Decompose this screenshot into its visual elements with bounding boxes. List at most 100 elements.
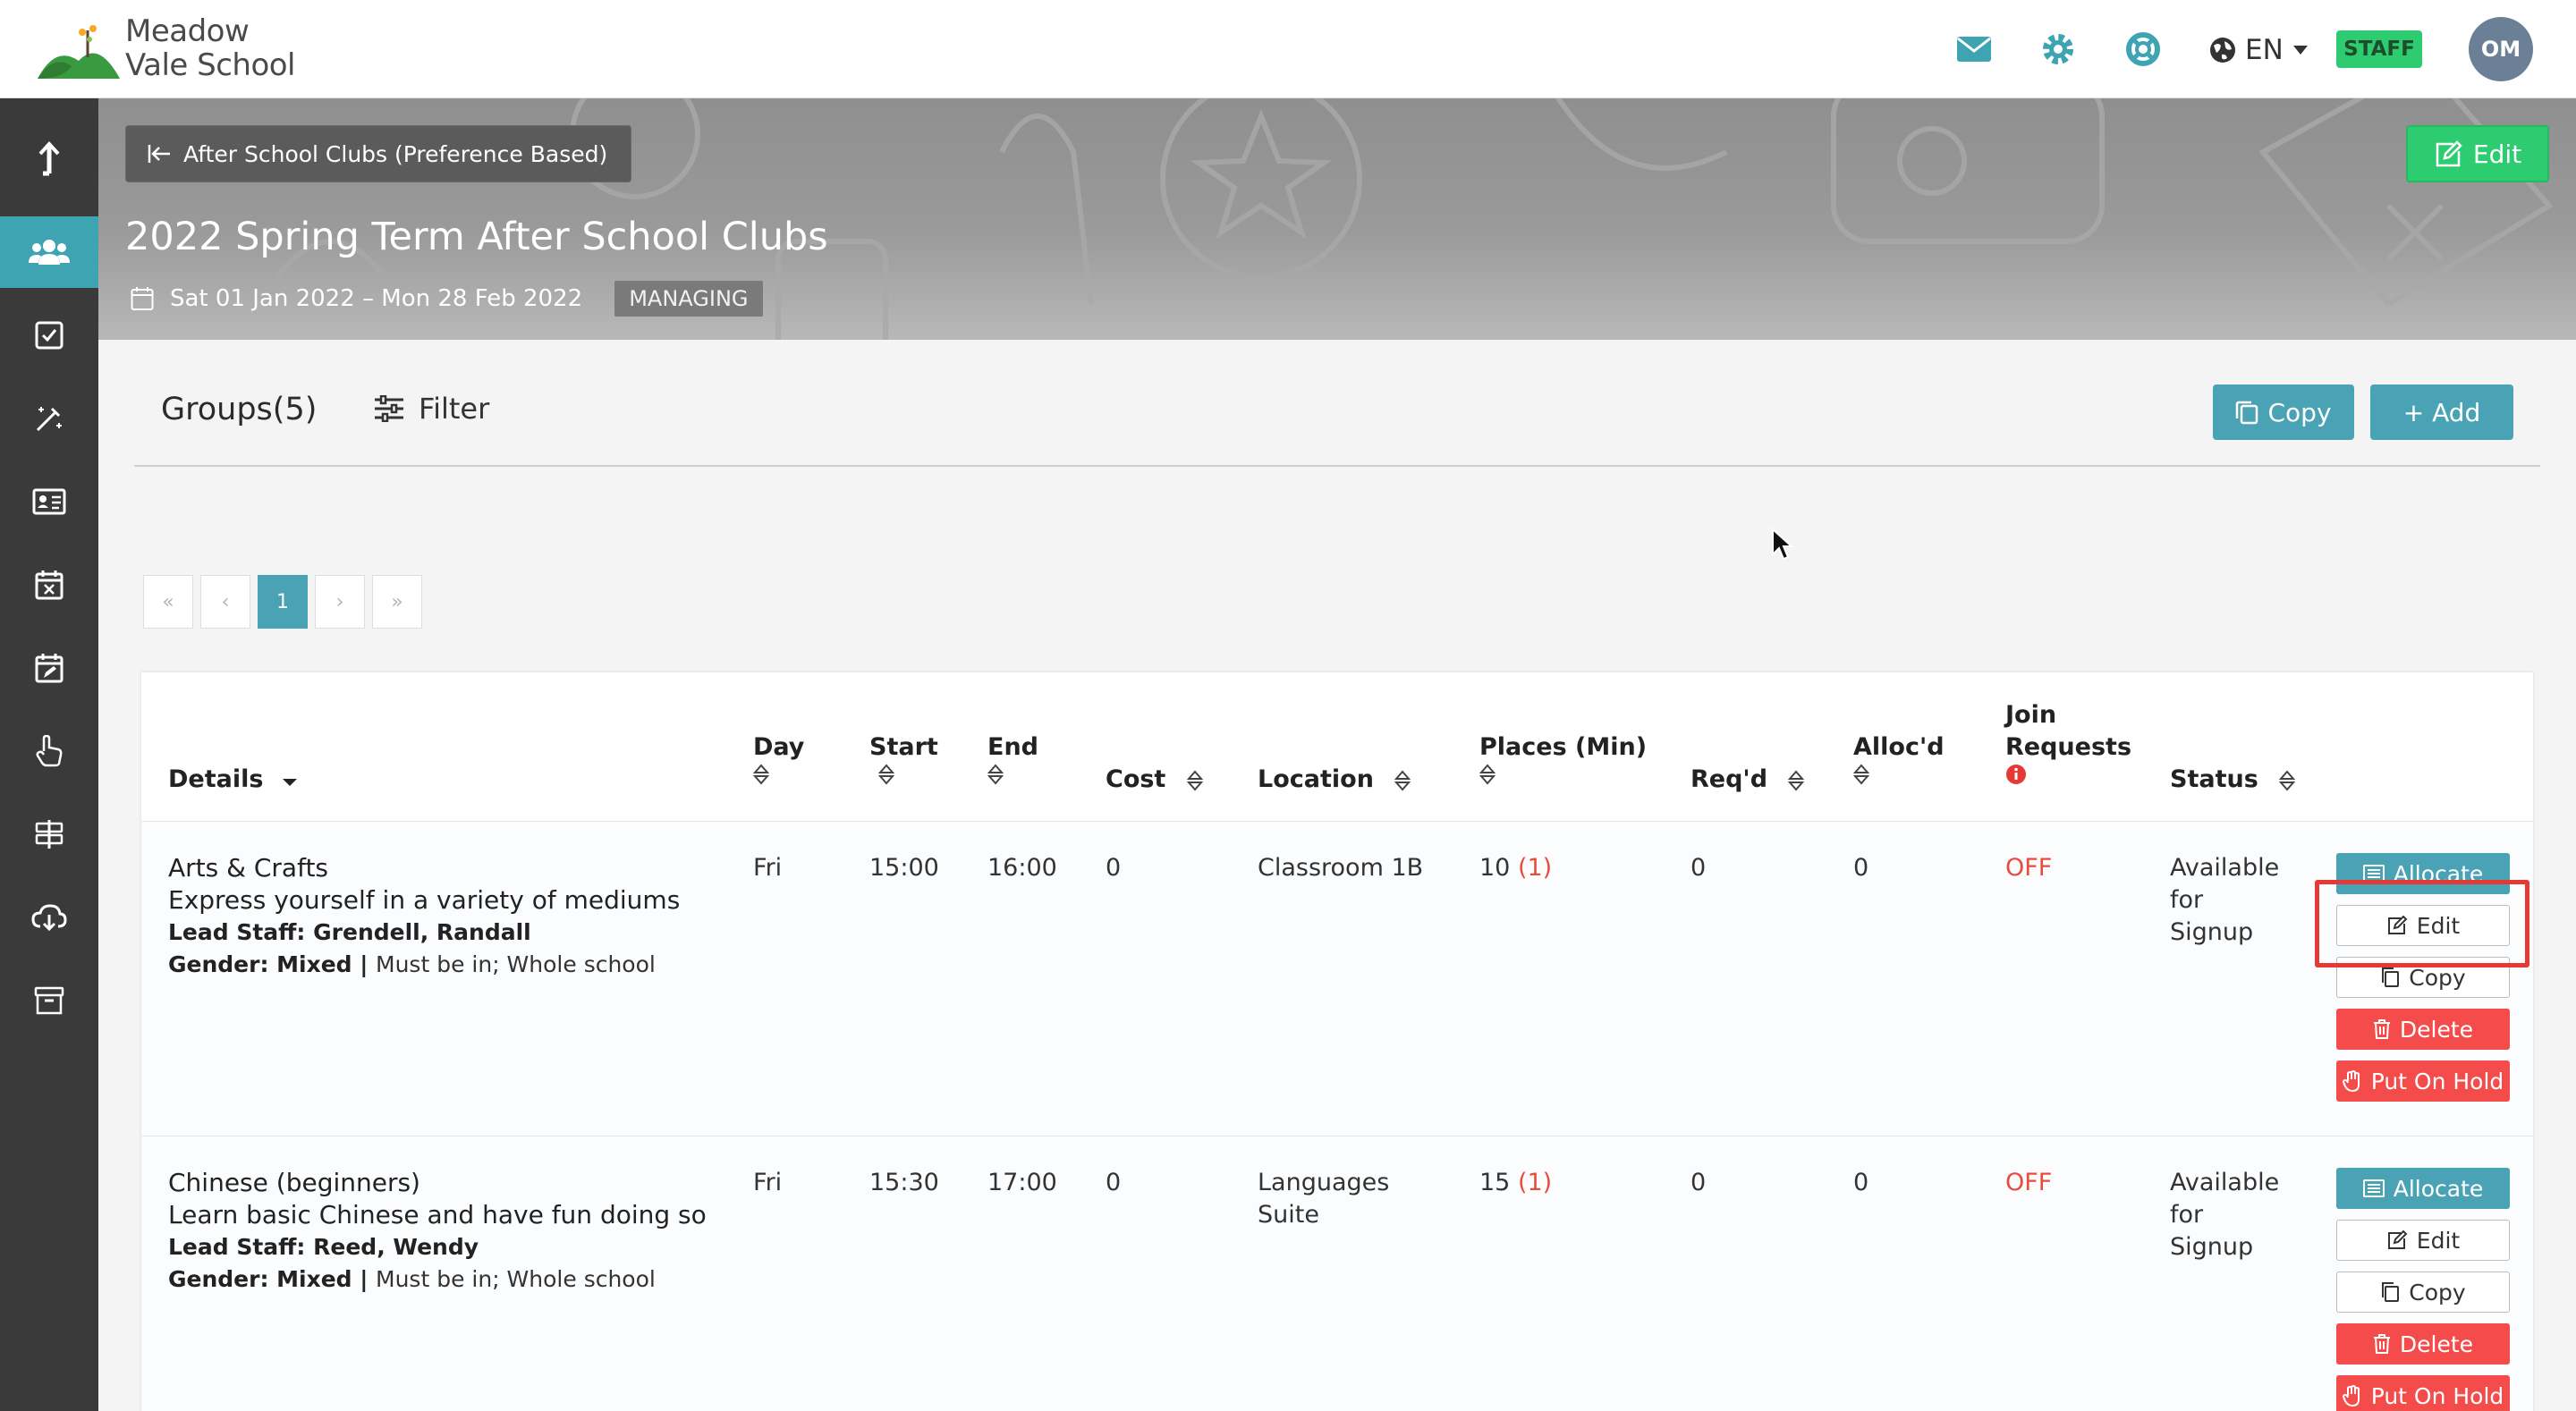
- copy-groups-button[interactable]: Copy: [2213, 384, 2354, 440]
- allocate-button[interactable]: Allocate: [2336, 853, 2510, 894]
- page-prev[interactable]: ‹: [200, 575, 250, 629]
- calendar-edit-icon: [35, 654, 64, 683]
- places-min: (1): [1517, 1169, 1553, 1196]
- hand-pointer-icon: [36, 735, 63, 767]
- group-name: Chinese (beginners): [168, 1168, 420, 1197]
- page-first[interactable]: «: [143, 575, 193, 629]
- delete-group-button[interactable]: Delete: [2336, 1009, 2510, 1050]
- copy-group-button[interactable]: Copy: [2336, 957, 2510, 998]
- details-cell: Chinese (beginners) Learn basic Chinese …: [168, 1167, 707, 1296]
- add-group-button[interactable]: + Add: [2370, 384, 2513, 440]
- info-icon[interactable]: [2005, 764, 2027, 785]
- eligibility: Must be in; Whole school: [376, 951, 656, 977]
- reqd-cell: 0: [1690, 1169, 1707, 1196]
- places-cell: 10 (1): [1479, 852, 1552, 884]
- page-last[interactable]: »: [372, 575, 422, 629]
- status-line-1: Available: [2170, 854, 2280, 882]
- allocate-button[interactable]: Allocate: [2336, 1168, 2510, 1209]
- date-range: Sat 01 Jan 2022 – Mon 28 Feb 2022: [170, 285, 583, 312]
- lifebuoy-icon[interactable]: [2123, 29, 2164, 70]
- col-reqd[interactable]: Req'd: [1690, 764, 1805, 796]
- col-day[interactable]: Day: [753, 731, 804, 785]
- lead-staff: Lead Staff: Reed, Wendy: [168, 1234, 479, 1260]
- sidebar-item-magic[interactable]: [0, 383, 98, 454]
- page-next[interactable]: ›: [315, 575, 365, 629]
- hold-group-button[interactable]: Put On Hold: [2336, 1060, 2510, 1102]
- location-line-2: Suite: [1258, 1201, 1319, 1229]
- sort-icon: [987, 764, 1004, 785]
- cloud-download-icon: [31, 904, 67, 932]
- delete-group-button[interactable]: Delete: [2336, 1323, 2510, 1365]
- filter-button[interactable]: Filter: [374, 392, 489, 426]
- page-header-banner: After School Clubs (Preference Based) Ed…: [98, 98, 2576, 340]
- sidebar-item-schedule[interactable]: [0, 632, 98, 704]
- sort-icon: [1788, 769, 1805, 791]
- edit-icon: [2387, 916, 2408, 934]
- col-cost[interactable]: Cost: [1106, 764, 1203, 796]
- back-button-label: After School Clubs (Preference Based): [183, 140, 608, 167]
- edit-activity-label: Edit: [2472, 139, 2522, 169]
- col-reqd-label: Req'd: [1690, 765, 1768, 793]
- calendar-icon: [131, 287, 154, 310]
- allocd-cell: 0: [1853, 1169, 1869, 1196]
- edit-group-button[interactable]: Edit: [2336, 905, 2510, 946]
- arrow-left-bar-icon: [148, 145, 170, 163]
- col-end[interactable]: End: [987, 731, 1038, 785]
- sidebar-item-absence[interactable]: [0, 549, 98, 621]
- group-description: Express yourself in a variety of mediums: [168, 885, 681, 915]
- language-selector[interactable]: EN: [2209, 32, 2309, 68]
- sidebar-item-upload[interactable]: [0, 123, 98, 195]
- page-current[interactable]: 1: [258, 575, 308, 629]
- sidebar-item-select[interactable]: [0, 715, 98, 787]
- sidebar-item-routes[interactable]: [0, 798, 98, 870]
- main-content: Groups(5) Filter Copy + Add « ‹ 1 › » De…: [98, 340, 2576, 1411]
- hand-stop-icon: [2342, 1385, 2360, 1407]
- edit-group-button[interactable]: Edit: [2336, 1220, 2510, 1261]
- back-button[interactable]: After School Clubs (Preference Based): [125, 125, 632, 182]
- hold-group-button[interactable]: Put On Hold: [2336, 1375, 2510, 1411]
- location-cell: Classroom 1B: [1258, 852, 1423, 884]
- day-cell: Fri: [753, 854, 783, 882]
- page-title: 2022 Spring Term After School Clubs: [125, 215, 828, 259]
- sort-icon: [1853, 764, 1869, 785]
- allocd-cell: 0: [1853, 854, 1869, 882]
- hand-stop-icon: [2342, 1070, 2360, 1092]
- sidebar-item-archive[interactable]: [0, 965, 98, 1036]
- group-name: Arts & Crafts: [168, 853, 329, 883]
- col-status[interactable]: Status: [2170, 764, 2296, 796]
- sidebar-item-groups[interactable]: [0, 216, 98, 288]
- globe-icon: [2210, 38, 2235, 63]
- edit-group-label: Edit: [2416, 912, 2461, 939]
- archive-icon: [34, 986, 64, 1015]
- status-line-3: Signup: [2170, 1233, 2254, 1261]
- trash-icon: [2373, 1019, 2390, 1039]
- school-logo[interactable]: Meadow Vale School: [36, 13, 304, 86]
- col-places[interactable]: Places (Min): [1479, 731, 1647, 785]
- sliders-icon: [375, 395, 403, 422]
- col-location[interactable]: Location: [1258, 764, 1411, 796]
- copy-group-label: Copy: [2409, 1279, 2466, 1305]
- user-avatar[interactable]: OM: [2469, 17, 2533, 81]
- places-value: 15: [1479, 1169, 1511, 1196]
- col-details[interactable]: Details: [168, 764, 299, 796]
- hold-group-label: Put On Hold: [2370, 1068, 2504, 1094]
- id-card-icon: [32, 488, 66, 515]
- allocate-label: Allocate: [2393, 860, 2484, 887]
- sidebar-item-contacts[interactable]: [0, 466, 98, 537]
- sort-icon: [1186, 769, 1203, 791]
- col-join-label-2: Requests: [2005, 733, 2132, 761]
- edit-activity-button[interactable]: Edit: [2406, 125, 2549, 182]
- copy-group-button[interactable]: Copy: [2336, 1272, 2510, 1313]
- sidebar-item-downloads[interactable]: [0, 882, 98, 953]
- sidebar-item-tasks[interactable]: [0, 300, 98, 371]
- status-cell: Available for Signup: [2170, 1167, 2279, 1263]
- mail-icon[interactable]: [1953, 29, 1995, 70]
- top-bar: Meadow Vale School EN STAFF OM: [0, 0, 2576, 98]
- edit-icon: [2436, 140, 2462, 167]
- col-allocd[interactable]: Alloc'd: [1853, 731, 1945, 785]
- sort-icon: [2279, 769, 2296, 791]
- gear-icon[interactable]: [2038, 29, 2079, 70]
- col-join-requests[interactable]: Join Requests: [2005, 699, 2131, 785]
- places-min: (1): [1517, 854, 1553, 882]
- col-start[interactable]: Start: [869, 731, 938, 785]
